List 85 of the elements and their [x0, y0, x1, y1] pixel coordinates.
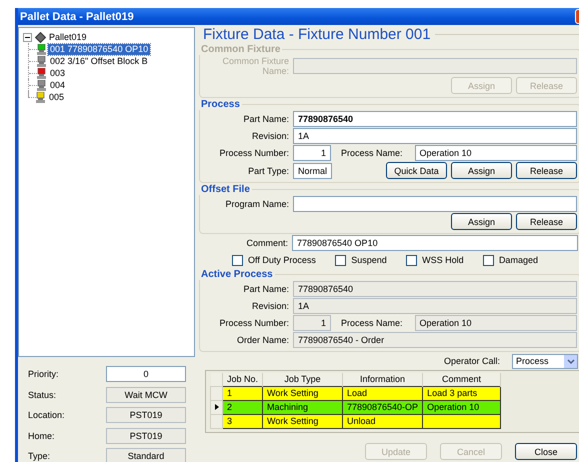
input-field: 1	[293, 315, 331, 331]
field-label: Process Name:	[340, 148, 404, 158]
table-cell: Load 3 parts	[422, 386, 501, 400]
group-title: Active Process	[199, 269, 275, 280]
action-button[interactable]: Assign	[451, 213, 512, 230]
value-field: PST019	[106, 428, 186, 444]
value-field: Standard	[106, 448, 186, 462]
checkbox[interactable]	[406, 254, 418, 266]
table-cell: Operation 10	[422, 400, 501, 414]
checkbox[interactable]	[232, 254, 243, 266]
input-field[interactable]: 1A	[293, 128, 577, 144]
table-cell: Work Setting	[262, 386, 342, 400]
table-cell: Unload	[342, 414, 423, 428]
field-label: Status:	[28, 390, 58, 400]
collapse-toggle-icon[interactable]	[23, 32, 32, 42]
column-header[interactable]: Information	[342, 373, 423, 386]
checkbox[interactable]	[482, 254, 494, 266]
table-cell: 2	[222, 400, 262, 414]
tree-item[interactable]: 004	[48, 80, 68, 90]
checkbox-label: Damaged	[498, 255, 538, 265]
action-button[interactable]: Assign	[451, 162, 512, 179]
field-label: Comment:	[245, 238, 288, 248]
diamond-icon	[35, 32, 46, 42]
table-cell: Work Setting	[262, 414, 342, 428]
field-label: Common Fixture Name:	[221, 56, 289, 76]
row-pointer-icon	[215, 404, 219, 410]
field-label: Part Type:	[247, 166, 289, 176]
field-label: Type:	[28, 451, 52, 462]
group-title: Offset File	[199, 184, 252, 195]
action-button[interactable]: Release	[516, 162, 577, 179]
tree-item[interactable]: 002 3/16" Offset Block B	[48, 56, 150, 66]
group-title: Process	[199, 99, 242, 110]
action-button[interactable]: Close	[515, 443, 577, 460]
checkbox-label: WSS Hold	[422, 255, 464, 265]
input-field: 77890876540	[293, 281, 577, 297]
input-field[interactable]	[293, 196, 577, 212]
table-cell: Machining	[262, 400, 342, 414]
field-label: Operator Call:	[442, 356, 501, 366]
input-field[interactable]: Normal	[293, 162, 332, 178]
field-label: Process Number:	[218, 148, 289, 158]
field-label: Revision:	[250, 301, 289, 311]
tree-item[interactable]: 001 77890876540 OP10	[48, 44, 150, 54]
tree-item[interactable]: 003	[48, 68, 68, 78]
action-button[interactable]: Quick Data	[386, 162, 447, 179]
checkbox-label: Off Duty Process	[248, 255, 316, 265]
fixture-title: Fixture Data - Fixture Number 001	[203, 26, 431, 43]
field-label: Part Name:	[242, 284, 289, 294]
column-header[interactable]: Comment	[422, 373, 501, 386]
tree-item[interactable]: Pallet019	[49, 32, 87, 42]
input-field: Operation 10	[414, 315, 577, 331]
row-header[interactable]	[210, 400, 222, 414]
value-field: Wait MCW	[106, 386, 186, 403]
job-row[interactable]: 3 Work Setting Unload	[210, 414, 501, 428]
column-header[interactable]: Job No.	[222, 373, 262, 386]
field-label: Priority:	[28, 369, 60, 380]
input-field: 77890876540 - Order	[293, 332, 577, 348]
value-field[interactable]: 0	[106, 366, 186, 382]
table-cell: 1	[222, 386, 262, 400]
dropdown[interactable]: Process	[512, 354, 578, 368]
field-label: Program Name:	[224, 199, 289, 209]
input-field[interactable]: 77890876540 OP10	[292, 235, 578, 251]
field-label: Process Number:	[218, 318, 289, 328]
field-label: Home:	[28, 430, 56, 441]
group-title: Common Fixture	[199, 44, 282, 55]
input-field[interactable]: 1	[293, 145, 331, 161]
table-cell: Load	[342, 386, 423, 400]
job-row[interactable]: 2 Machining 77890876540-OP Operation 10	[210, 400, 501, 414]
column-header[interactable]: Job Type	[262, 373, 342, 386]
tree-item[interactable]: 005	[47, 92, 66, 102]
checkbox[interactable]	[335, 254, 346, 266]
field-label: Part Name:	[242, 114, 289, 124]
value-field: PST019	[106, 407, 186, 424]
field-label: Process Name:	[340, 318, 404, 328]
table-cell: 77890876540-OP	[342, 400, 423, 414]
field-label: Revision:	[250, 131, 289, 141]
input-field[interactable]: Operation 10	[414, 145, 577, 161]
action-button[interactable]: Release	[516, 213, 577, 230]
field-label: Order Name:	[236, 335, 289, 345]
input-field[interactable]: 77890876540	[293, 111, 577, 127]
checkbox-label: Suspend	[351, 255, 387, 265]
input-field: 1A	[293, 298, 577, 314]
job-row[interactable]: 1 Work Setting Load Load 3 parts	[210, 386, 501, 400]
window-title: Pallet Data - Pallet019	[20, 10, 134, 22]
table-cell: 3	[222, 414, 262, 428]
field-label: Location:	[28, 410, 66, 420]
